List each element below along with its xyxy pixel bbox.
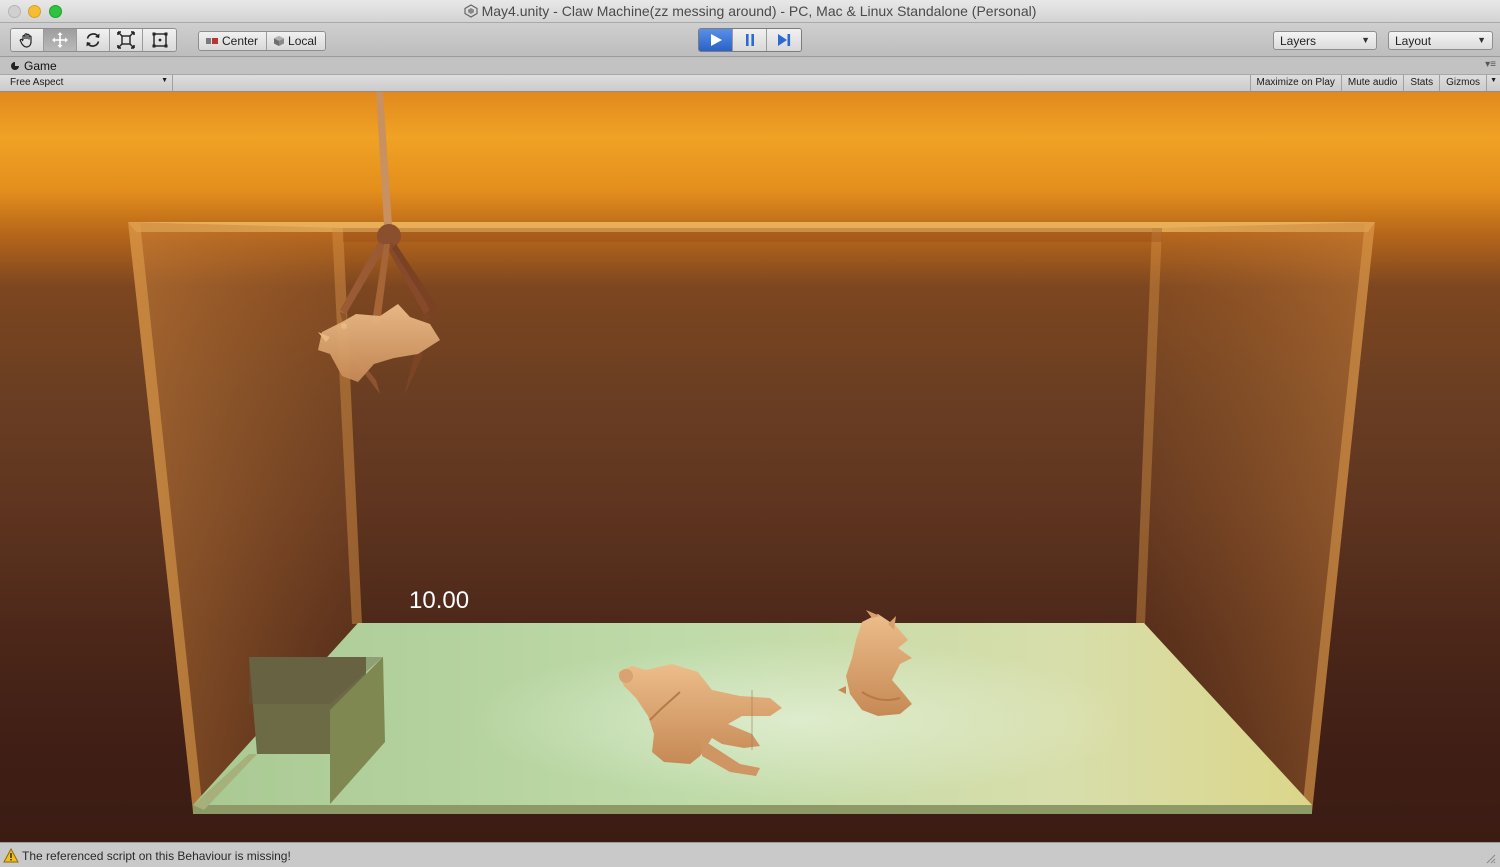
scale-icon <box>117 31 135 49</box>
game-view-options: Maximize on Play Mute audio Stats Gizmos… <box>1249 75 1500 91</box>
mute-audio-label: Mute audio <box>1347 77 1398 88</box>
hand-icon <box>19 33 32 48</box>
warning-icon <box>3 848 19 863</box>
gizmos-toggle[interactable]: Gizmos <box>1439 75 1486 91</box>
chevron-down-icon: ▼ <box>1477 35 1486 45</box>
stats-toggle[interactable]: Stats <box>1403 75 1439 91</box>
pause-button[interactable] <box>733 29 767 51</box>
play-button[interactable] <box>699 29 733 51</box>
resize-grip-icon[interactable] <box>1484 852 1496 864</box>
rect-tool-button[interactable] <box>143 29 176 51</box>
move-tool-button[interactable] <box>44 29 77 51</box>
main-toolbar: Center Local Layers ▼ Layout ▼ <box>0 23 1500 57</box>
mute-audio-toggle[interactable]: Mute audio <box>1340 75 1403 91</box>
chevron-down-icon: ▼ <box>1490 77 1497 84</box>
pivot-center-icon <box>206 38 218 44</box>
game-view-toolbar: Free Aspect ▼ Maximize on Play Mute audi… <box>0 74 1500 92</box>
status-bar: The referenced script on this Behaviour … <box>0 842 1500 867</box>
layers-label: Layers <box>1280 34 1317 48</box>
gizmos-label: Gizmos <box>1446 77 1481 88</box>
game-tab-row: Game ▾≡ <box>0 57 1500 74</box>
pause-icon <box>745 34 754 46</box>
rotate-icon <box>86 33 100 47</box>
game-controller-icon <box>11 62 19 70</box>
chevron-down-icon: ▼ <box>161 77 168 84</box>
maximize-on-play-toggle[interactable]: Maximize on Play <box>1249 75 1341 91</box>
aspect-dropdown[interactable]: Free Aspect ▼ <box>4 75 173 91</box>
claw-machine-scene <box>128 92 1375 814</box>
status-message[interactable]: The referenced script on this Behaviour … <box>22 849 291 863</box>
rect-transform-icon <box>152 32 167 48</box>
local-cube-icon <box>274 36 285 46</box>
layout-label: Layout <box>1395 34 1432 48</box>
unity-scene-icon <box>463 4 478 18</box>
game-viewport[interactable]: 10.00 <box>0 92 1500 842</box>
timer-text: 10.00 <box>409 587 470 614</box>
window-title: May4.unity - Claw Machine(zz messing aro… <box>481 3 1037 19</box>
rotate-tool-button[interactable] <box>77 29 110 51</box>
tab-menu-icon[interactable]: ▾≡ <box>1485 59 1496 70</box>
pivot-controls: Center Local <box>198 31 326 51</box>
gizmos-dropdown[interactable]: ▼ <box>1486 75 1500 91</box>
layers-dropdown[interactable]: Layers ▼ <box>1273 31 1377 50</box>
playmode-controls <box>698 28 802 52</box>
pivot-mode-label: Center <box>222 34 259 48</box>
step-button[interactable] <box>767 29 801 51</box>
move-arrows-icon <box>52 32 68 48</box>
scale-tool-button[interactable] <box>110 29 143 51</box>
pivot-rotation-label: Local <box>288 34 317 48</box>
chevron-down-icon: ▼ <box>1361 35 1370 45</box>
window-title-container: May4.unity - Claw Machine(zz messing aro… <box>0 3 1500 19</box>
hand-tool-button[interactable] <box>11 29 44 51</box>
tab-game[interactable]: Game <box>4 58 63 74</box>
stats-label: Stats <box>1410 77 1434 88</box>
step-icon <box>778 34 791 46</box>
play-icon <box>710 34 722 46</box>
title-bar: May4.unity - Claw Machine(zz messing aro… <box>0 0 1500 23</box>
aspect-label: Free Aspect <box>10 77 64 88</box>
pivot-mode-toggle[interactable]: Center <box>199 32 268 50</box>
claw-rope <box>376 92 392 225</box>
pivot-rotation-toggle[interactable]: Local <box>267 32 325 50</box>
layout-dropdown[interactable]: Layout ▼ <box>1388 31 1493 50</box>
maximize-on-play-label: Maximize on Play <box>1256 77 1335 88</box>
game-tab-label: Game <box>24 59 57 73</box>
transform-tools <box>10 28 177 52</box>
